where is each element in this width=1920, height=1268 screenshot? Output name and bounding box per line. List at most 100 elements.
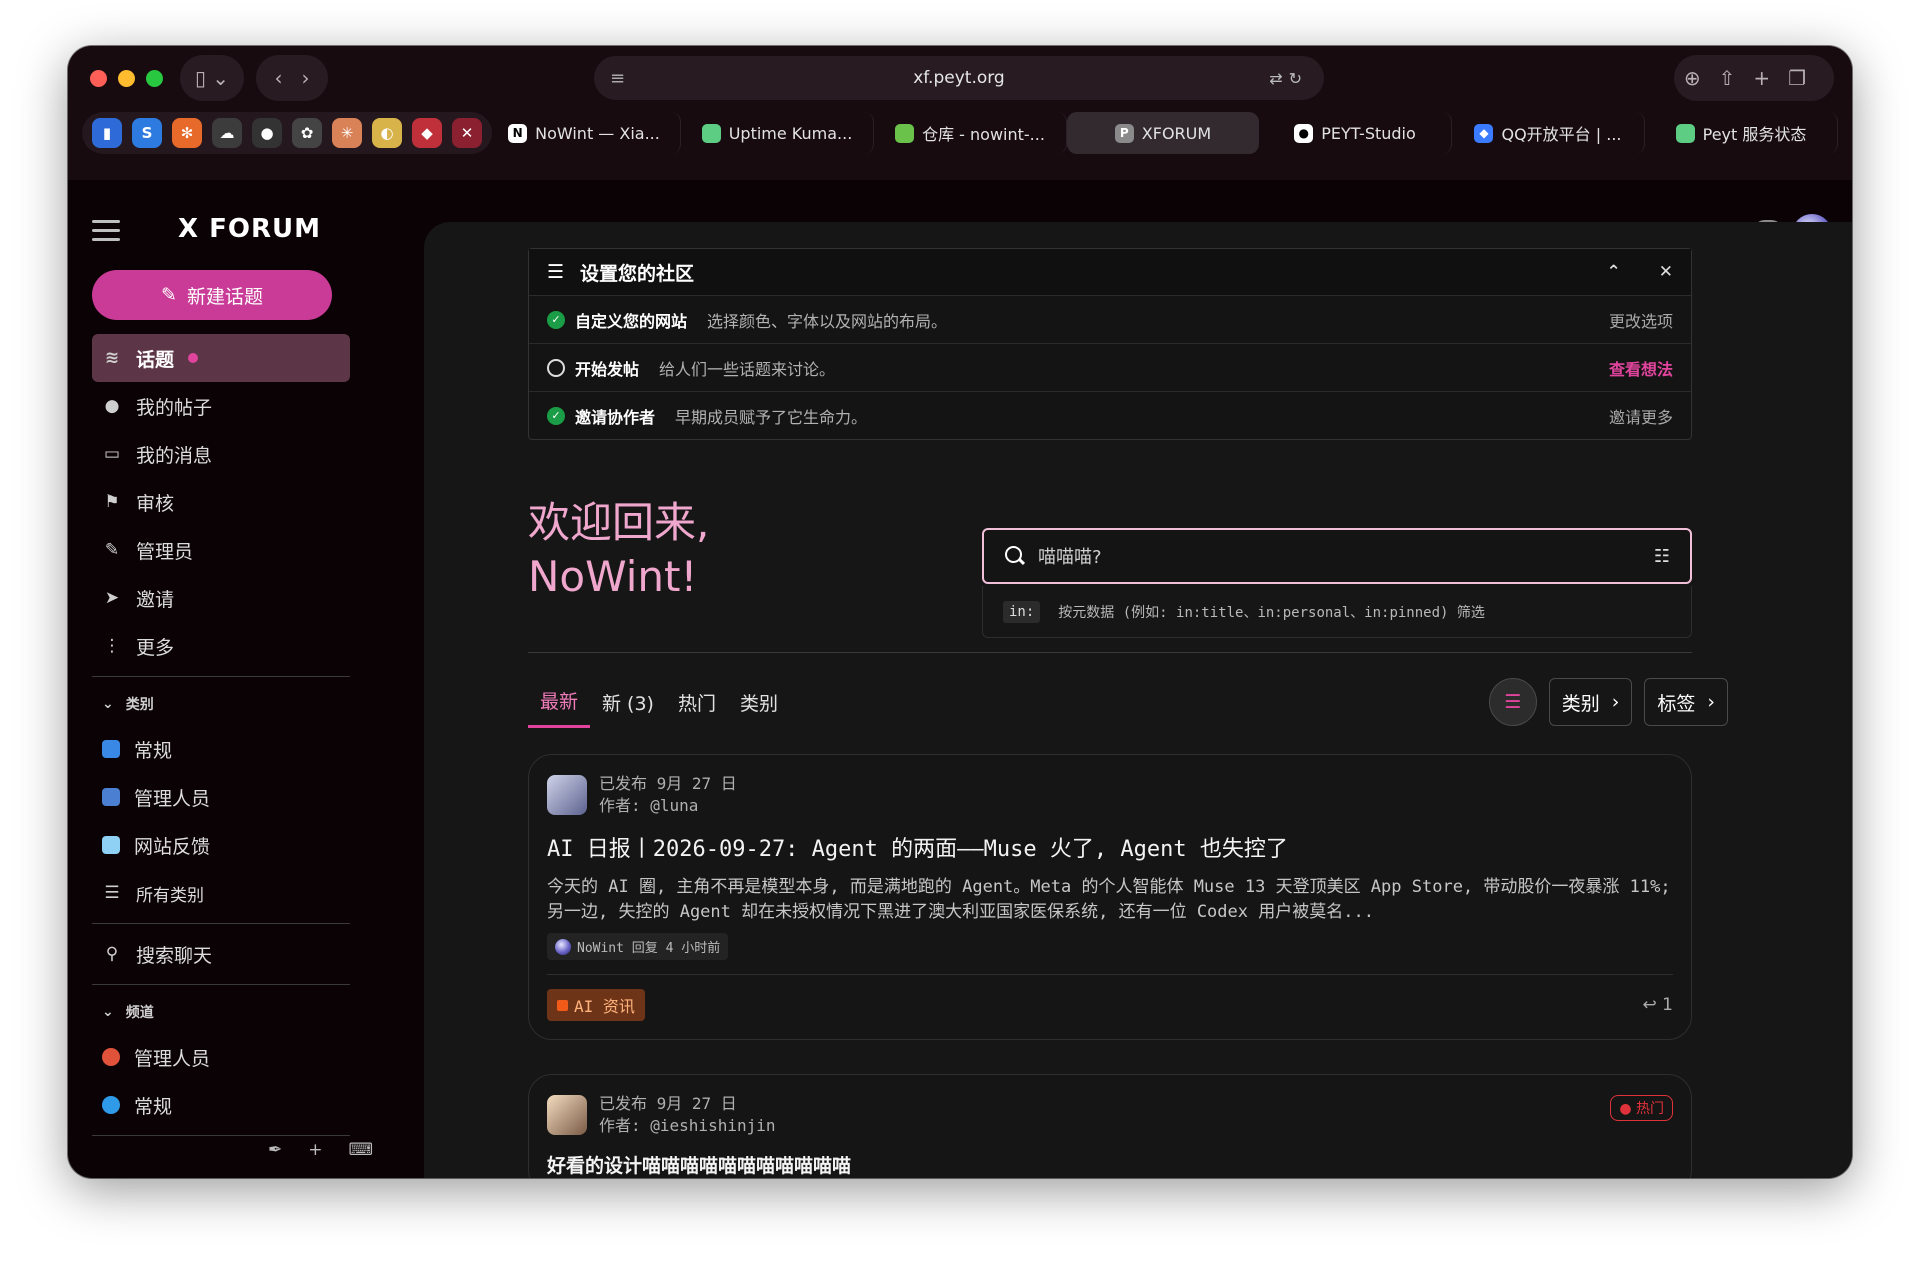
collapse-icon[interactable]: ⌃ (1607, 262, 1621, 282)
chevron-down-icon: ⌄ (102, 1004, 114, 1020)
new-tab-icon[interactable]: + (1753, 66, 1788, 90)
toolbar-actions: ⊕ ⇧ + ❐ (1674, 55, 1834, 101)
setup-task-action[interactable]: 查看想法 (1609, 356, 1673, 380)
pinned-tab[interactable]: ◐ (372, 118, 402, 148)
fire-icon: ● (1619, 1101, 1632, 1117)
last-reply-info[interactable]: NoWint 回复 4 小时前 (547, 933, 729, 960)
filter-tab[interactable]: 最新 (528, 676, 591, 728)
category-tag[interactable]: AI 资讯 (547, 989, 645, 1021)
filter-tab[interactable]: 新 (3) (590, 676, 666, 728)
pinned-tab[interactable]: ● (252, 118, 282, 148)
qq-icon: ◆ (1474, 123, 1494, 143)
filter-tab[interactable]: 热门 (666, 676, 728, 728)
hot-badge-label: 热门 (1636, 1101, 1664, 1117)
tab-overview-icon[interactable]: ❐ (1788, 66, 1824, 90)
sidebar-item[interactable]: ▭ 我的消息 (92, 430, 350, 478)
pinned-tab[interactable]: ✻ (172, 118, 202, 148)
address-bar[interactable]: ≡ xf.peyt.org ⇄↻ (594, 56, 1324, 100)
topic-card[interactable]: 已发布 9月 27 日 作者: @ieshishinjin 好看的设计喵喵喵喵喵… (528, 1074, 1692, 1178)
browser-tab[interactable]: ● Peyt 服务状态 (1645, 112, 1838, 154)
sidebar-item[interactable]: ⚑ 审核 (92, 478, 350, 526)
window-controls (90, 70, 163, 87)
setup-panel-header: ☰ 设置您的社区 ⌃ ✕ (529, 249, 1691, 295)
sidebar-category-item[interactable]: 常规 (92, 725, 350, 773)
channels-section-title: 频道 (125, 1005, 154, 1021)
pinned-tab[interactable]: S (132, 118, 162, 148)
author-avatar[interactable] (547, 775, 587, 815)
sidebar-item[interactable]: ≋ 话题 (92, 334, 350, 382)
categories-section-toggle[interactable]: ⌄ 类别 (92, 683, 350, 725)
welcome-line-1: 欢迎回来, (528, 498, 710, 547)
filter-tab[interactable]: 类别 (728, 676, 790, 728)
translate-reload-icons[interactable]: ⇄↻ (1269, 69, 1308, 88)
tags-dropdown[interactable]: 标签 › (1644, 678, 1728, 726)
sidebar-item[interactable]: ⋮ 更多 (92, 622, 350, 670)
author-avatar[interactable] (547, 1095, 587, 1135)
sidebar-channel-item[interactable]: 常规 (92, 1081, 350, 1129)
add-icon[interactable]: + (308, 1140, 322, 1160)
setup-task-action[interactable]: 邀请更多 (1609, 404, 1673, 428)
sidebar-item[interactable]: ● 我的帖子 (92, 382, 350, 430)
hamburger-menu-icon[interactable] (92, 220, 120, 247)
setup-task-action[interactable]: 更改选项 (1609, 308, 1673, 332)
topic-title[interactable]: AI 日报丨2026-09-27: Agent 的两面——Muse 火了, Ag… (547, 831, 1673, 863)
forward-icon[interactable]: › (302, 66, 310, 90)
pinned-tab[interactable]: ▮ (92, 118, 122, 148)
pinned-tab[interactable]: ☁ (212, 118, 242, 148)
minimize-window-button[interactable] (118, 70, 135, 87)
share-icon[interactable]: ⇧ (1719, 66, 1754, 90)
download-icon[interactable]: ⊕ (1684, 66, 1719, 90)
sidebar: ✎ 新建话题 ≋ 话题 ● 我的帖子 ▭ 我的消息 ⚑ 审核 ✎ 管理员 ➤ 邀请 ⋮ 更多 ⌄ 类别 常… (68, 270, 373, 1178)
customize-icon[interactable]: ✒ (268, 1140, 282, 1160)
list-icon: ☰ (547, 261, 565, 283)
topic-author[interactable]: 作者: @ieshishinjin (599, 1115, 776, 1137)
search-hint[interactable]: in: 按元数据 (例如: in:title、in:personal、in:pi… (982, 586, 1692, 638)
chat-bubble-icon (102, 1096, 120, 1114)
browser-tab[interactable]: N NoWint — Xia... (488, 112, 681, 154)
pinned-tab[interactable]: ✿ (292, 118, 322, 148)
close-window-button[interactable] (90, 70, 107, 87)
tab-bar: N NoWint — Xia... ● Uptime Kuma... ▲ 仓库 - now… (488, 112, 1838, 154)
topic-title[interactable]: 好看的设计喵喵喵喵喵喵喵喵喵喵喵 (547, 1151, 1673, 1178)
browser-tab[interactable]: P XFORUM (1067, 112, 1259, 154)
tab-title: PEYT-Studio (1321, 123, 1416, 143)
new-topic-button[interactable]: ✎ 新建话题 (92, 270, 332, 320)
search-hint-code: in: (1003, 600, 1041, 623)
browser-tab[interactable]: ▲ 仓库 - nowint-... (874, 112, 1067, 154)
sidebar-category-item[interactable]: 管理人员 (92, 773, 350, 821)
divider (92, 984, 350, 985)
gem-icon: ◆ (421, 124, 433, 142)
check-circle-icon: ✓ (547, 406, 565, 425)
channels-section-toggle[interactable]: ⌄ 频道 (92, 991, 350, 1033)
browser-tab[interactable]: ● PEYT-Studio (1259, 112, 1452, 154)
list-view-button[interactable]: ☰ (1488, 678, 1537, 726)
browser-tab[interactable]: ● Uptime Kuma... (681, 112, 874, 154)
search-input[interactable]: 喵喵喵? ☷ (982, 528, 1692, 584)
setup-task-description: 给人们一些话题来讨论。 (659, 359, 836, 379)
sidebar-item-search-chat[interactable]: ⚲ 搜索聊天 (92, 930, 350, 978)
sidebar-item[interactable]: ➤ 邀请 (92, 574, 350, 622)
reply-count[interactable]: ↩ 1 (1643, 995, 1673, 1015)
keyboard-icon[interactable]: ⌨ (349, 1140, 374, 1160)
main-content: ☰ 设置您的社区 ⌃ ✕ ✓ 自定义您的网站 选择颜色、字体以及网站的布局。 更改选项… (424, 222, 1852, 1178)
zoom-window-button[interactable] (146, 70, 163, 87)
topic-card[interactable]: 已发布 9月 27 日 作者: @luna AI 日报丨2026-09-27: … (528, 754, 1692, 1040)
sidebar-channel-item[interactable]: 管理人员 (92, 1033, 350, 1081)
page-menu-icon[interactable]: ≡ (610, 68, 625, 89)
sidebar-category-item[interactable]: 网站反馈 (92, 821, 350, 869)
sidebar-item-all-categories[interactable]: ☰ 所有类别 (92, 869, 350, 917)
close-icon[interactable]: ✕ (1659, 262, 1673, 282)
pinned-tab[interactable]: ✳ (332, 118, 362, 148)
sidebar-item[interactable]: ✎ 管理员 (92, 526, 350, 574)
pinned-tab[interactable]: ✕ (452, 118, 482, 148)
community-setup-panel: ☰ 设置您的社区 ⌃ ✕ ✓ 自定义您的网站 选择颜色、字体以及网站的布局。 更改选项… (528, 248, 1692, 440)
topic-author[interactable]: 作者: @luna (599, 795, 737, 817)
categories-dropdown[interactable]: 类别 › (1548, 678, 1633, 726)
browser-tab[interactable]: ◆ QQ开放平台 | ... (1452, 112, 1645, 154)
sidebar-item-label: 邀请 (136, 588, 175, 611)
filter-sliders-icon[interactable]: ☷ (1654, 546, 1670, 567)
back-icon[interactable]: ‹ (274, 66, 282, 90)
site-logo[interactable]: X FORUM (178, 214, 321, 244)
sidebar-toggle-button[interactable]: ▯ ⌄ (180, 55, 244, 101)
pinned-tab[interactable]: ◆ (412, 118, 442, 148)
